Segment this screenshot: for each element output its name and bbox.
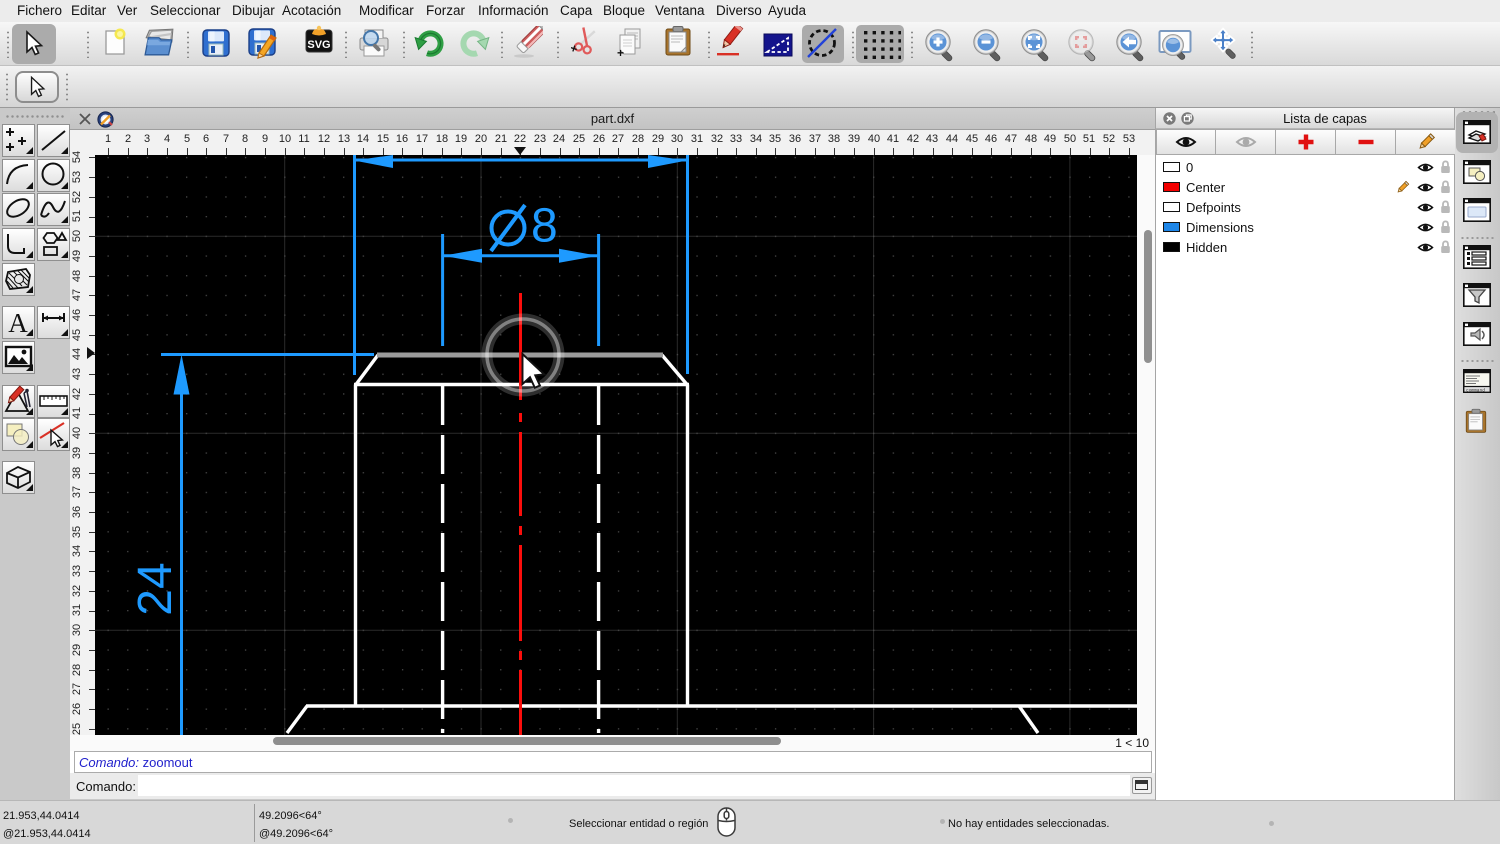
svg-text:A: A [8,308,28,338]
svg-text:command: command [1466,387,1485,393]
svg-text:24: 24 [129,562,182,615]
svg-text:8: 8 [531,200,558,253]
svg-text:+: + [617,46,624,58]
svg-text:+: + [571,41,579,56]
svg-text:SVG: SVG [307,39,330,51]
